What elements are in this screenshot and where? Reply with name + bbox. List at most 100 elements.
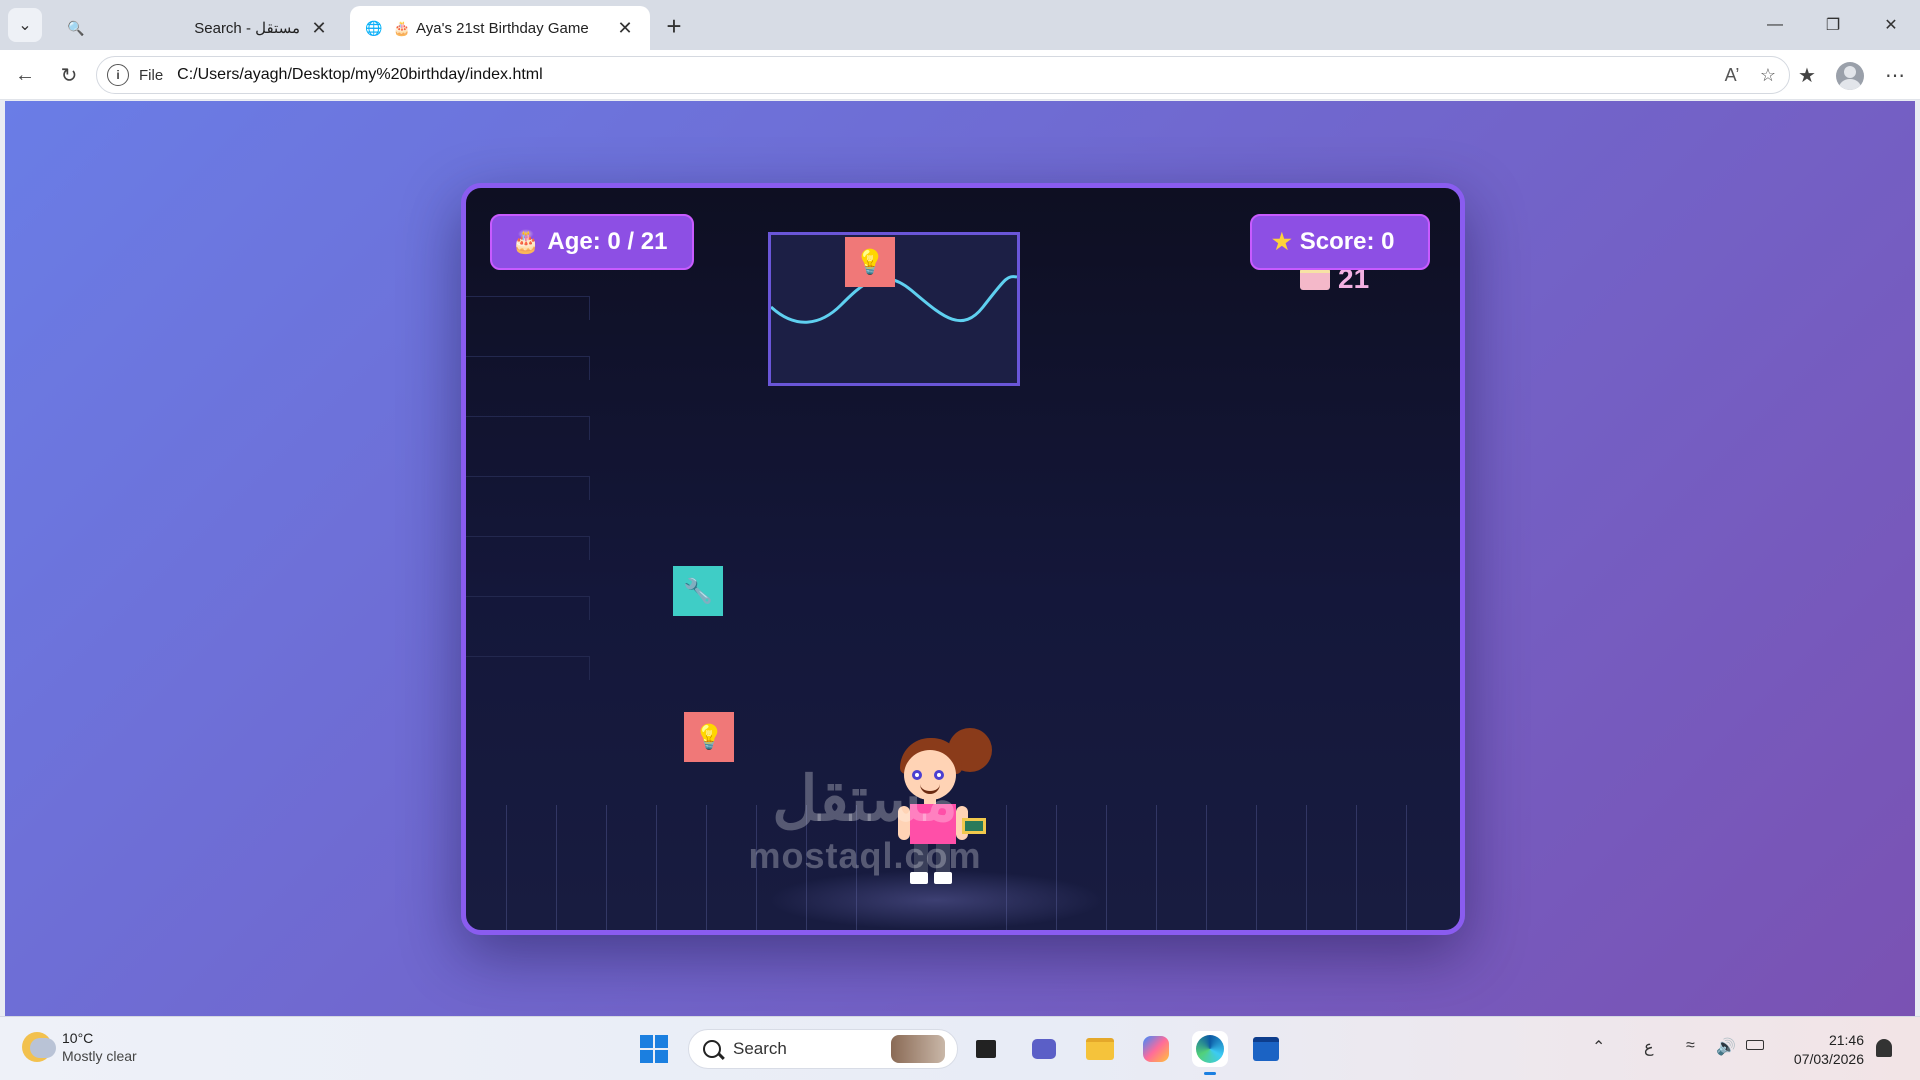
floor-line [706, 805, 707, 930]
edge-icon [1196, 1035, 1224, 1063]
teams-app[interactable] [1026, 1031, 1062, 1067]
copilot-icon [1143, 1036, 1169, 1062]
minimize-button[interactable]: — [1752, 8, 1798, 42]
game-canvas[interactable]: 🎂 Age: 0 / 21 21 ★ Score: 0 💡 🔧 💡 [461, 183, 1465, 935]
url-text[interactable]: C:/Users/ayagh/Desktop/my%20birthday/ind… [177, 66, 1717, 84]
score-label: Score: 0 [1299, 228, 1395, 255]
favorites-button[interactable]: ★ [1790, 58, 1824, 92]
ladder-rung [466, 476, 590, 477]
clock-date: 07/03/2026 [1793, 1050, 1864, 1067]
weather-temp: 10°C [62, 1030, 94, 1046]
age-label: Age: 0 / 21 [547, 228, 668, 255]
task-view-icon [976, 1040, 996, 1058]
taskbar-search-label: Search [733, 1039, 787, 1058]
browser-toolbar: ← ↻ i File C:/Users/ayagh/Desktop/my%20b… [0, 50, 1920, 100]
left-shoe [910, 872, 928, 884]
arrow-left-icon: ← [15, 63, 35, 86]
floor-line [556, 805, 557, 930]
taskbar: 10°C Mostly clear Search ⌃ ع ≈ 🔊 21:46 0… [0, 1016, 1920, 1080]
ladder-post [589, 656, 590, 680]
left-leg [914, 844, 928, 872]
floor-line [1156, 805, 1157, 930]
floor-line [756, 805, 757, 930]
address-bar[interactable]: i File C:/Users/ayagh/Desktop/my%20birth… [96, 56, 1790, 94]
tab-title: Search - مستقل [194, 20, 300, 37]
right-leg [936, 844, 950, 872]
weather-widget[interactable]: 10°C Mostly clear [22, 1029, 137, 1065]
weather-desc: Mostly clear [62, 1048, 137, 1065]
player-character[interactable] [896, 728, 996, 898]
tab-birthday-game[interactable]: 🌐 🎂 Aya's 21st Birthday Game ✕ [350, 6, 650, 50]
start-button[interactable] [640, 1035, 668, 1063]
lightbulb-tile[interactable]: 💡 [845, 237, 895, 287]
clock-time: 21:46 [1828, 1032, 1864, 1048]
floor-line [506, 805, 507, 930]
close-tab-icon[interactable]: ✕ [614, 17, 636, 39]
shirt [910, 804, 956, 844]
ladder-rung [466, 416, 590, 417]
volume-icon[interactable]: 🔊 [1716, 1037, 1736, 1057]
ladder-rung [466, 596, 590, 597]
right-shoe [934, 872, 952, 884]
reload-button[interactable]: ↻ [52, 58, 86, 92]
floor-line [656, 805, 657, 930]
windows-logo-icon [640, 1035, 653, 1048]
copilot-app[interactable] [1138, 1031, 1174, 1067]
restore-button[interactable]: ❐ [1810, 8, 1856, 42]
more-icon: ⋯ [1885, 64, 1905, 87]
ladder-rung [466, 656, 590, 657]
system-clock[interactable]: 21:46 07/03/2026 [1784, 1031, 1864, 1069]
lightbulb-tile[interactable]: 💡 [684, 712, 734, 762]
floor-line [1306, 805, 1307, 930]
chevron-down-icon: ⌄ [18, 17, 32, 34]
ladder-rung [466, 296, 590, 297]
search-icon [703, 1040, 721, 1058]
eye [934, 770, 944, 780]
eye [912, 770, 922, 780]
floor-line [1406, 805, 1407, 930]
tab-title: Aya's 21st Birthday Game [416, 19, 589, 37]
star-icon: ★ [1272, 229, 1292, 254]
wrench-icon: 🔧 [683, 577, 713, 605]
search-highlight-image [891, 1035, 945, 1063]
battery-icon[interactable] [1746, 1037, 1764, 1055]
video-camera-icon [1032, 1039, 1056, 1059]
ladder-post [589, 476, 590, 500]
tab-list-button[interactable]: ⌄ [8, 8, 42, 42]
book-icon [962, 818, 986, 834]
info-icon[interactable]: i [107, 64, 129, 86]
taskbar-search[interactable]: Search [688, 1029, 958, 1069]
tab-search-mostaql[interactable]: 🔍 Search - مستقل ✕ [52, 6, 344, 50]
score-counter: ★ Score: 0 [1250, 214, 1430, 270]
store-app[interactable] [1248, 1031, 1284, 1067]
ladder-rung [466, 536, 590, 537]
partly-cloudy-icon [22, 1032, 56, 1063]
more-menu-button[interactable]: ⋯ [1878, 58, 1912, 92]
battery-shape [1746, 1040, 1764, 1050]
ladder-post [589, 536, 590, 560]
age-counter: 🎂 Age: 0 / 21 [490, 214, 694, 270]
task-view-button[interactable] [968, 1031, 1004, 1067]
favorite-star-icon[interactable]: ☆ [1753, 60, 1783, 90]
wave-panel: 💡 [768, 232, 1020, 386]
search-icon: 🔍 [67, 19, 85, 36]
tab-bar: ⌄ 🔍 Search - مستقل ✕ 🌐 🎂 Aya's 21st Birt… [0, 0, 1920, 50]
wifi-icon[interactable]: ≈ [1686, 1037, 1695, 1055]
new-tab-button[interactable]: + [660, 11, 688, 41]
reload-icon: ↻ [60, 64, 78, 87]
back-button[interactable]: ← [8, 58, 42, 92]
store-bag-icon [1253, 1037, 1279, 1061]
profile-avatar[interactable] [1836, 62, 1864, 90]
lightbulb-icon: 💡 [855, 248, 885, 276]
close-window-button[interactable]: ✕ [1868, 8, 1914, 42]
read-aloud-icon[interactable]: A’ [1717, 60, 1747, 90]
edge-app[interactable] [1192, 1031, 1228, 1075]
close-tab-icon[interactable]: ✕ [308, 17, 330, 39]
floor-line [1256, 805, 1257, 930]
input-language[interactable]: ع [1644, 1037, 1654, 1057]
file-explorer-app[interactable] [1082, 1031, 1118, 1067]
show-hidden-icons[interactable]: ⌃ [1592, 1037, 1605, 1057]
wrench-tile[interactable]: 🔧 [673, 566, 723, 616]
folder-icon [1086, 1038, 1114, 1060]
notification-bell-icon[interactable] [1876, 1039, 1892, 1057]
